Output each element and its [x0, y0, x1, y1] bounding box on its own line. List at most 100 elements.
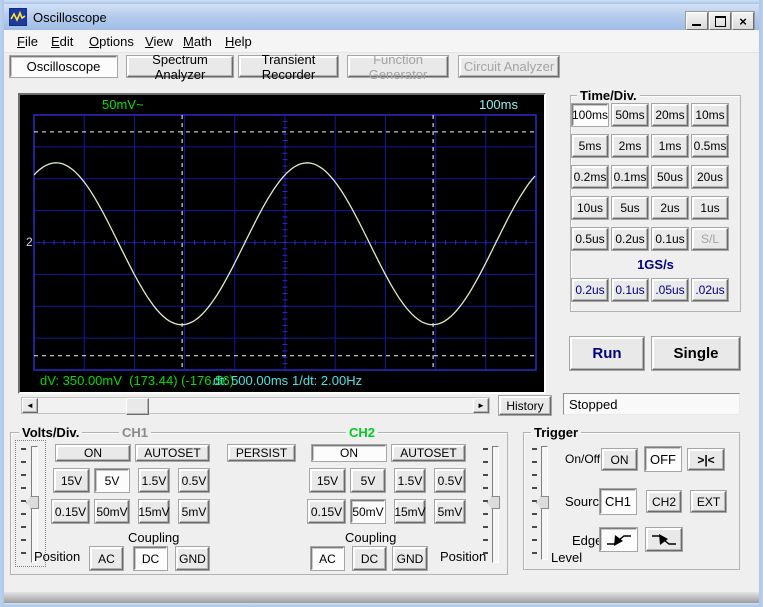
- trigger-off-button[interactable]: OFF: [645, 447, 681, 471]
- trigger-on-button[interactable]: ON: [602, 449, 637, 470]
- minimize-icon: [692, 24, 701, 26]
- timediv-10ms[interactable]: 10ms: [692, 104, 728, 126]
- trigger-source-ext[interactable]: EXT: [691, 491, 726, 512]
- scope-display[interactable]: 50mV~ 100ms 2 dV: 350.00mV (173.44) (-17…: [18, 93, 546, 394]
- ch1-volts-50mv[interactable]: 50mV: [95, 500, 129, 523]
- ch1-on-button[interactable]: ON: [56, 445, 130, 461]
- ch2-coupling-dc[interactable]: DC: [353, 547, 386, 570]
- app-logo-icon: [9, 8, 27, 26]
- timediv-0.2ms[interactable]: 0.2ms: [572, 166, 608, 188]
- timediv-50us[interactable]: 50us: [652, 166, 688, 188]
- history-button[interactable]: History: [499, 396, 551, 415]
- timediv-0.1ms[interactable]: 0.1ms: [612, 166, 648, 188]
- ch2-volts-0.15v[interactable]: 0.15V: [308, 500, 345, 523]
- window-title: Oscilloscope: [33, 10, 107, 25]
- ch1-position-label: Position: [34, 549, 80, 564]
- rising-edge-icon: [606, 533, 632, 547]
- ch1-volts-15v[interactable]: 15V: [54, 469, 89, 492]
- ch2-coupling-gnd[interactable]: GND: [393, 547, 427, 570]
- ch2-volts-5mv[interactable]: 5mV: [435, 500, 465, 523]
- tab-function-generator[interactable]: Function Generator: [348, 56, 448, 77]
- menu-view[interactable]: View: [142, 33, 176, 50]
- ch2-volts-15mv[interactable]: 15mV: [395, 500, 425, 523]
- tab-circuit-analyzer[interactable]: Circuit Analyzer: [459, 56, 559, 77]
- timediv-5us[interactable]: 5us: [612, 197, 648, 219]
- timediv-100ms[interactable]: 100ms: [572, 104, 608, 126]
- ch1-volts-1.5v[interactable]: 1.5V: [139, 469, 169, 492]
- trigger-edge-falling-button[interactable]: [646, 528, 682, 551]
- timediv-1ms[interactable]: 1ms: [652, 135, 688, 157]
- trigger-level-label: Level: [551, 550, 582, 565]
- window-frame-bottom: [4, 592, 759, 603]
- ch1-coupling-gnd[interactable]: GND: [176, 547, 209, 570]
- timediv-2ms[interactable]: 2ms: [612, 135, 648, 157]
- timediv-1us[interactable]: 1us: [692, 197, 728, 219]
- readout-dv: dV: 350.00mV (173.44) (-176.56): [40, 373, 234, 388]
- single-button[interactable]: Single: [652, 337, 740, 370]
- timediv-0.5us[interactable]: 0.5us: [572, 228, 608, 250]
- ch1-volts-5mv[interactable]: 5mV: [179, 500, 209, 523]
- timediv-title: Time/Div.: [577, 88, 640, 103]
- minimize-button[interactable]: [686, 12, 708, 30]
- ch1-coupling-dc[interactable]: DC: [134, 547, 167, 570]
- titlebar[interactable]: Oscilloscope ×: [4, 4, 759, 30]
- ch1-volts-5v[interactable]: 5V: [95, 469, 129, 492]
- trigger-title: Trigger: [531, 425, 581, 440]
- x-icon: ×: [733, 13, 753, 29]
- timediv-0.2us[interactable]: 0.2us: [612, 228, 648, 250]
- timediv-20us[interactable]: 20us: [692, 166, 728, 188]
- ch2-volts-0.5v[interactable]: 0.5V: [435, 469, 465, 492]
- scroll-right-arrow-icon[interactable]: ►: [473, 398, 489, 413]
- ch2-coupling-label: Coupling: [345, 530, 396, 545]
- ch1-volts-0.15v[interactable]: 0.15V: [52, 500, 89, 523]
- timediv-10us[interactable]: 10us: [572, 197, 608, 219]
- menu-edit[interactable]: Edit: [48, 33, 76, 50]
- scrollbar-thumb[interactable]: [126, 398, 149, 415]
- timediv-50ms[interactable]: 50ms: [612, 104, 648, 126]
- tab-oscilloscope[interactable]: Oscilloscope: [10, 56, 117, 77]
- ch1-volts-15mv[interactable]: 15mV: [139, 500, 169, 523]
- trigger-source-ch2[interactable]: CH2: [647, 491, 681, 512]
- menu-file[interactable]: File: [14, 33, 41, 50]
- timediv-20ms[interactable]: 20ms: [652, 104, 688, 126]
- run-button[interactable]: Run: [570, 337, 644, 370]
- ch2-volts-1.5v[interactable]: 1.5V: [395, 469, 425, 492]
- menu-math[interactable]: Math: [180, 33, 215, 50]
- timediv-fast-0.2us[interactable]: 0.2us: [572, 279, 608, 301]
- timediv-sl[interactable]: S/L: [692, 228, 728, 250]
- trigger-center-button[interactable]: >|<: [688, 449, 724, 470]
- trigger-edge-rising-button[interactable]: [600, 528, 637, 551]
- ch1-slider-ticks: [21, 448, 26, 558]
- menu-help[interactable]: Help: [222, 33, 255, 50]
- ch2-autoset-button[interactable]: AUTOSET: [392, 445, 465, 461]
- timediv-fast-0.1us[interactable]: 0.1us: [612, 279, 648, 301]
- ch1-autoset-button[interactable]: AUTOSET: [136, 445, 209, 461]
- trigger-source-ch1[interactable]: CH1: [600, 489, 636, 514]
- ch2-coupling-ac[interactable]: AC: [311, 547, 344, 570]
- time-per-div-label: 100ms: [479, 97, 518, 112]
- maximize-icon: [715, 16, 726, 27]
- ch1-coupling-ac[interactable]: AC: [90, 547, 123, 570]
- timediv-0.1us[interactable]: 0.1us: [652, 228, 688, 250]
- volts-per-div-label: 50mV~: [102, 97, 144, 112]
- timediv-fast-.05us[interactable]: .05us: [652, 279, 688, 301]
- close-button[interactable]: ×: [732, 12, 754, 30]
- channel2-marker: 2: [26, 235, 33, 249]
- timediv-fast-.02us[interactable]: .02us: [692, 279, 728, 301]
- ch2-volts-50mv[interactable]: 50mV: [351, 500, 385, 523]
- ch2-on-button[interactable]: ON: [312, 445, 386, 461]
- timediv-2us[interactable]: 2us: [652, 197, 688, 219]
- tab-transient-recorder[interactable]: Transient Recorder: [239, 56, 338, 77]
- timediv-5ms[interactable]: 5ms: [572, 135, 608, 157]
- ch2-volts-15v[interactable]: 15V: [310, 469, 345, 492]
- timediv-0.5ms[interactable]: 0.5ms: [692, 135, 728, 157]
- readout-freq: 1/dt: 2.00Hz: [292, 373, 362, 388]
- persist-button[interactable]: PERSIST: [228, 445, 295, 461]
- scope-scrollbar[interactable]: ◄ ►: [21, 397, 490, 414]
- scroll-left-arrow-icon[interactable]: ◄: [22, 398, 38, 413]
- tab-spectrum-analyzer[interactable]: Spectrum Analyzer: [127, 56, 233, 77]
- ch1-volts-0.5v[interactable]: 0.5V: [179, 469, 209, 492]
- maximize-button[interactable]: [709, 12, 731, 30]
- ch2-volts-5v[interactable]: 5V: [351, 469, 385, 492]
- menu-options[interactable]: Options: [86, 33, 137, 50]
